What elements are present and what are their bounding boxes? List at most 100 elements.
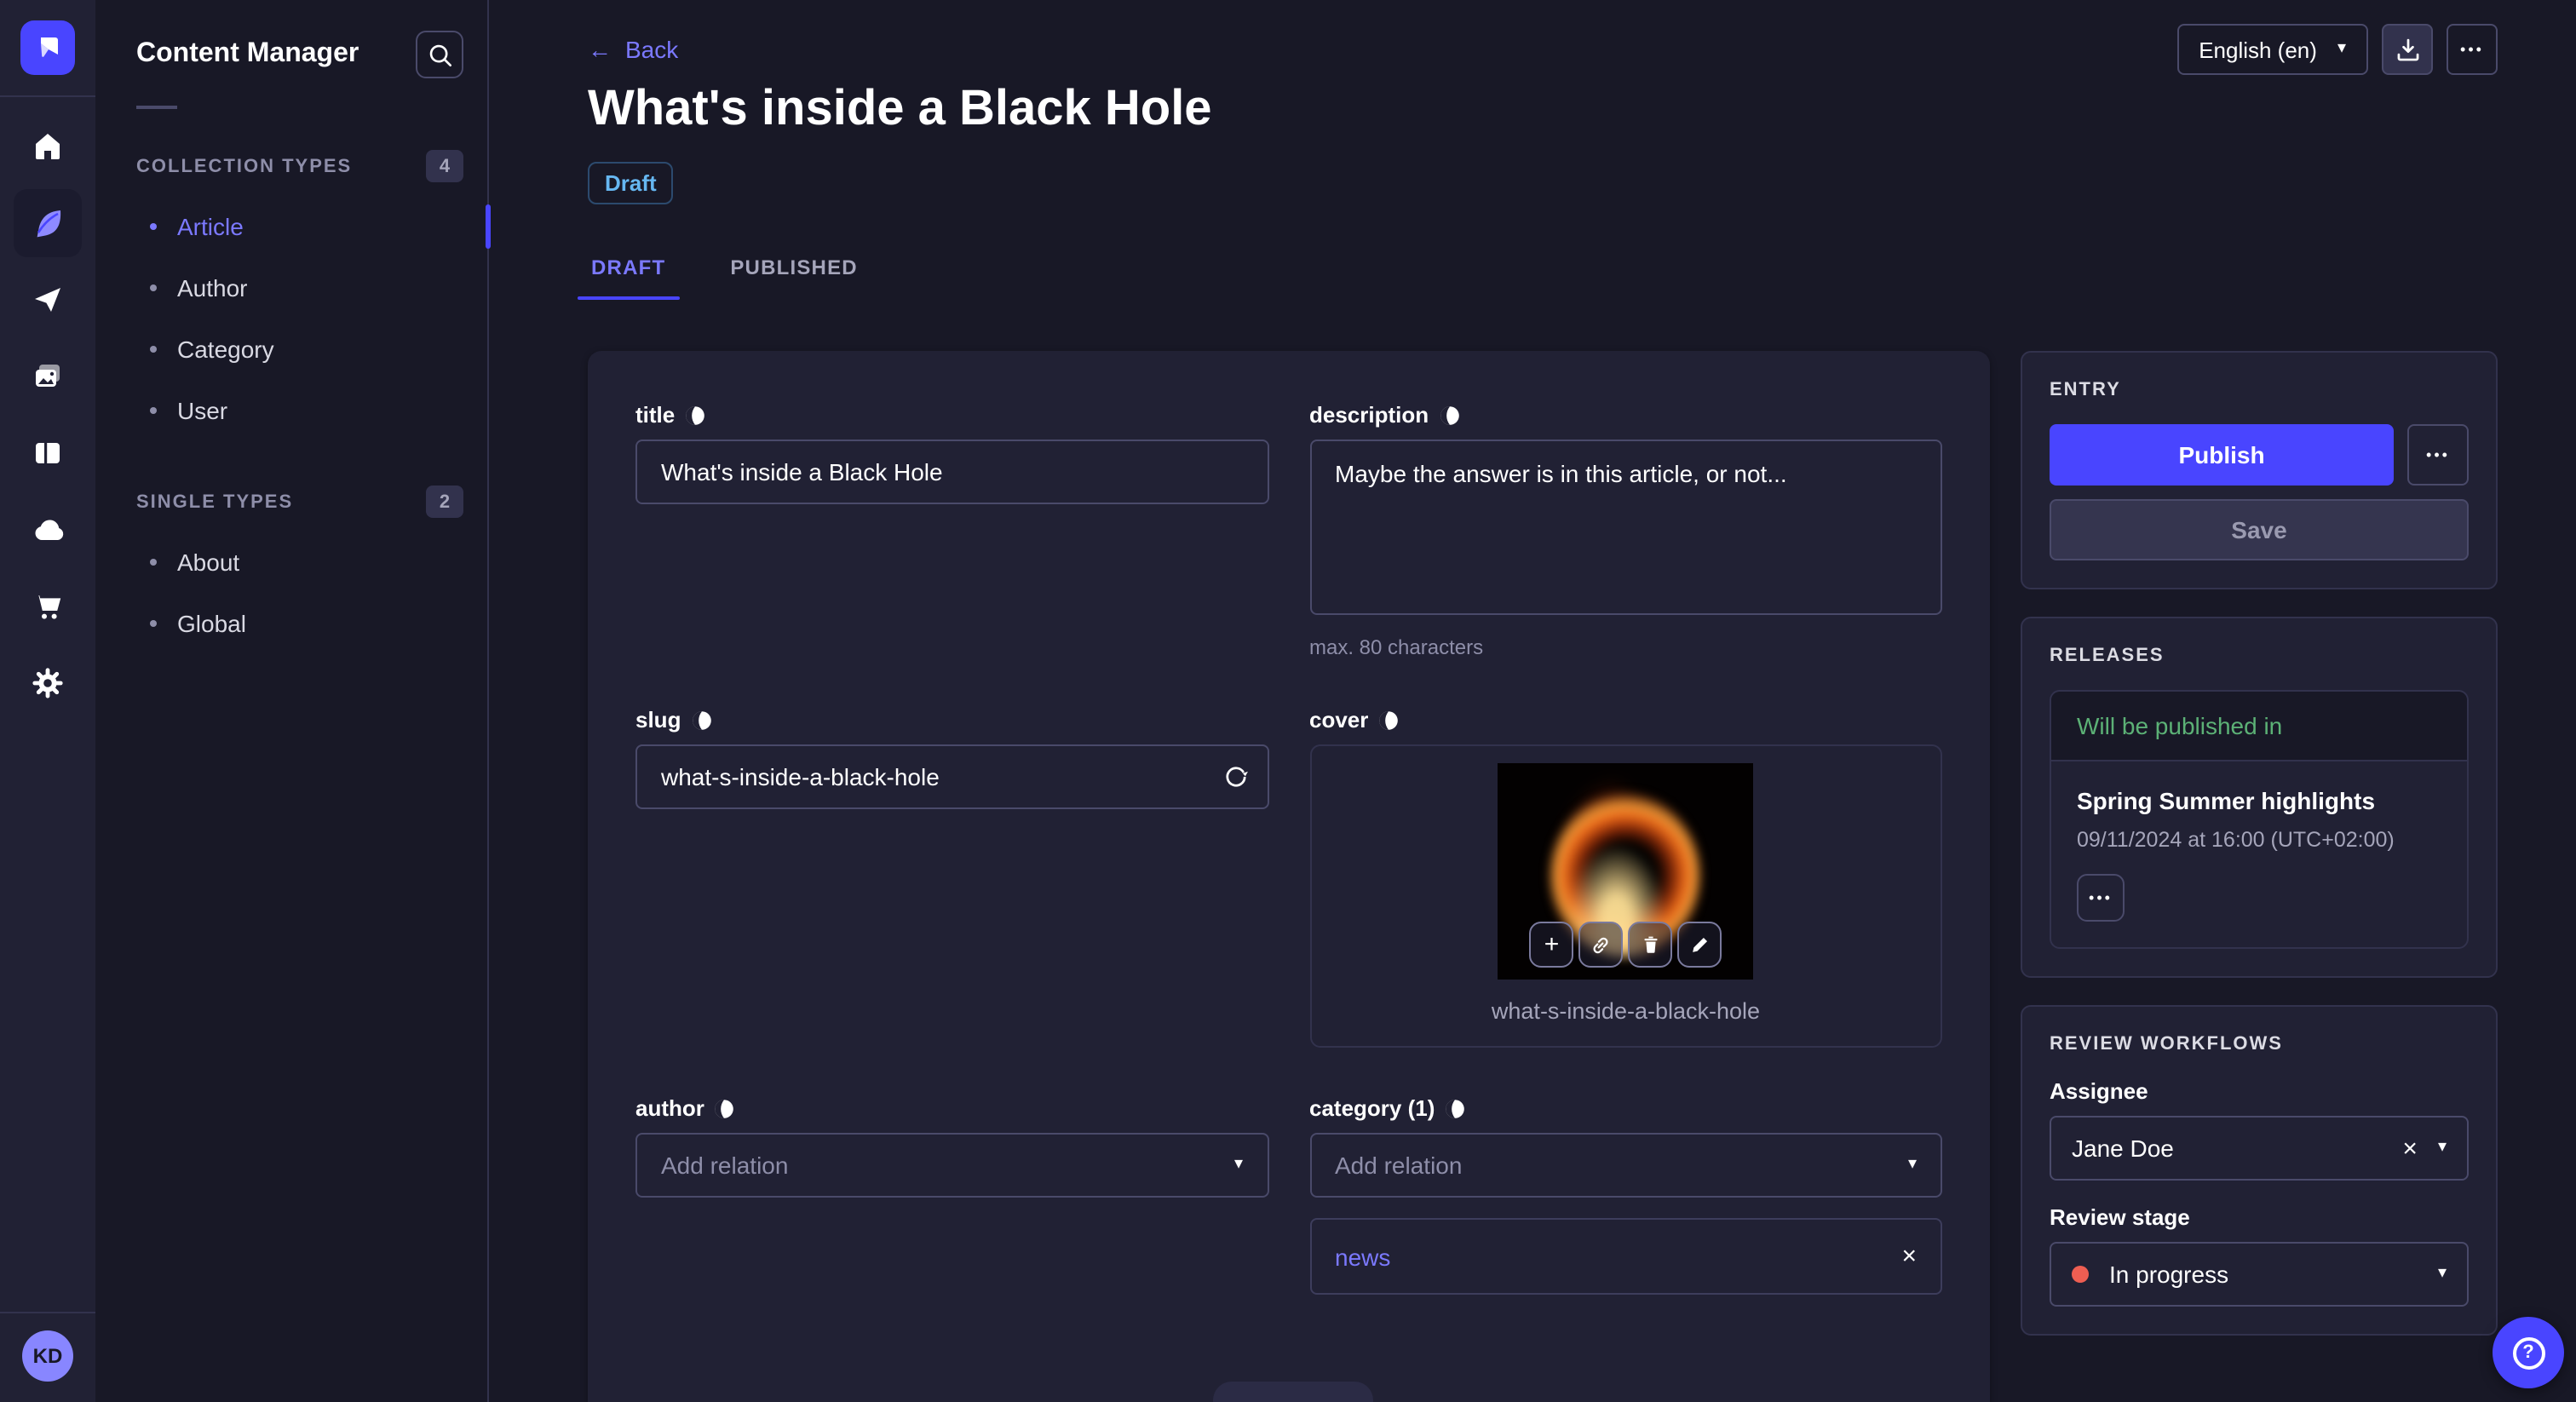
bullet-icon — [150, 407, 157, 414]
subnav-header: Content Manager — [95, 0, 487, 99]
i18n-globe-icon — [692, 710, 711, 729]
user-avatar[interactable]: KD — [22, 1330, 73, 1382]
sidebar-item-category[interactable]: Category — [95, 319, 487, 380]
regenerate-slug-button[interactable] — [1221, 762, 1250, 791]
back-label: Back — [625, 36, 679, 63]
strapi-logo-icon — [41, 37, 58, 57]
releases-panel-title: RELEASES — [2050, 646, 2165, 666]
category-label: category (1) — [1309, 1095, 1435, 1121]
cover-copy-link-button[interactable] — [1578, 922, 1624, 968]
cutoff-bottom-button[interactable] — [1213, 1382, 1373, 1402]
entry-more-button[interactable]: ••• — [2407, 424, 2469, 486]
content-manager-icon[interactable] — [14, 189, 82, 257]
media-library-icon[interactable] — [14, 342, 82, 411]
publish-button[interactable]: Publish — [2050, 424, 2394, 486]
title-label: title — [635, 402, 676, 428]
version-tabs: DRAFT PUBLISHED — [578, 242, 2498, 300]
release-card: Will be published in Spring Summer highl… — [2050, 690, 2469, 949]
slug-label-row: slug — [635, 707, 1268, 733]
side-column: ENTRY Publish ••• Save RELEASES Will be … — [2021, 351, 2498, 1336]
cover-upload-box: + what-s-inside-a-black-hole — [1309, 744, 1942, 1048]
search-button[interactable] — [416, 31, 463, 78]
help-button[interactable]: ? — [2493, 1317, 2564, 1388]
cloud-icon[interactable] — [14, 496, 82, 564]
topbar: ← Back English (en) ▾ ••• — [588, 24, 2498, 75]
i18n-globe-icon — [1446, 1099, 1465, 1118]
bullet-icon — [150, 223, 157, 230]
slug-input[interactable] — [635, 744, 1268, 809]
sidebar-item-article[interactable]: Article — [95, 196, 491, 257]
tab-published[interactable]: PUBLISHED — [727, 242, 861, 300]
assignee-select[interactable]: Jane Doe × ▾ — [2050, 1116, 2469, 1181]
rail-divider — [0, 95, 95, 97]
collection-types-label: COLLECTION TYPES — [136, 156, 353, 176]
cover-add-button[interactable]: + — [1529, 922, 1574, 968]
field-cover: cover + what-s-inside-a-black-hole — [1309, 707, 1942, 1048]
category-relation-item: news × — [1309, 1218, 1942, 1295]
description-label: description — [1309, 402, 1429, 428]
release-name: Spring Summer highlights — [2077, 787, 2376, 814]
releases-icon[interactable] — [14, 266, 82, 334]
bullet-icon — [150, 284, 157, 291]
release-date: 09/11/2024 at 16:00 (UTC+02:00) — [2077, 828, 2395, 852]
release-status: Will be published in — [2051, 692, 2467, 761]
i18n-globe-icon — [1379, 710, 1399, 729]
cover-filename: what-s-inside-a-black-hole — [1491, 998, 1761, 1024]
export-button[interactable] — [2382, 24, 2433, 75]
author-relation-select[interactable]: Add relation ▾ — [635, 1133, 1268, 1198]
entry-actions-row: Publish ••• — [2050, 424, 2469, 486]
category-relation-select[interactable]: Add relation ▾ — [1309, 1133, 1942, 1198]
title-input[interactable] — [635, 440, 1268, 504]
marketplace-cart-icon[interactable] — [14, 572, 82, 641]
title-label-row: title — [635, 402, 1268, 428]
cover-edit-button[interactable] — [1677, 922, 1722, 968]
main-nav-rail: KD — [0, 0, 95, 1402]
chevron-down-icon: ▾ — [2337, 39, 2346, 58]
field-slug: slug — [635, 707, 1268, 1048]
cover-image-black-hole[interactable]: + — [1498, 763, 1754, 980]
single-types-label: SINGLE TYPES — [136, 491, 294, 512]
settings-gear-icon[interactable] — [14, 649, 82, 717]
language-select[interactable]: English (en) ▾ — [2176, 24, 2368, 75]
stage-status-dot — [2072, 1266, 2089, 1283]
slug-label: slug — [635, 707, 681, 733]
language-value: English (en) — [2199, 37, 2317, 62]
description-hint: max. 80 characters — [1309, 635, 1484, 659]
category-label-row: category (1) — [1309, 1095, 1942, 1121]
save-button[interactable]: Save — [2050, 499, 2469, 560]
description-textarea[interactable]: Maybe the answer is in this article, or … — [1309, 440, 1942, 615]
cover-delete-button[interactable] — [1628, 922, 1673, 968]
page-title: What's inside a Black Hole — [588, 82, 1212, 136]
subnav-rule — [136, 106, 177, 109]
review-workflows-panel: REVIEW WORKFLOWS Assignee Jane Doe × ▾ R… — [2021, 1005, 2498, 1336]
sidebar-item-author[interactable]: Author — [95, 257, 487, 319]
cover-label-row: cover — [1309, 707, 1942, 733]
sidebar-item-global[interactable]: Global — [95, 593, 487, 654]
field-author: author Add relation ▾ — [635, 1095, 1268, 1295]
strapi-logo[interactable] — [20, 20, 75, 75]
collection-types-header: COLLECTION TYPES 4 — [95, 143, 487, 196]
sidebar-item-about[interactable]: About — [95, 531, 487, 593]
bullet-icon — [150, 620, 157, 627]
home-icon[interactable] — [14, 112, 82, 181]
content-row: title description Maybe the answer is in… — [588, 351, 2498, 1402]
category-placeholder: Add relation — [1335, 1152, 1463, 1179]
author-label-row: author — [635, 1095, 1268, 1121]
collection-types-count-badge: 4 — [426, 150, 463, 182]
back-link[interactable]: ← Back — [588, 26, 678, 73]
review-stage-select[interactable]: In progress ▾ — [2050, 1242, 2469, 1307]
ellipsis-icon: ••• — [2426, 445, 2450, 463]
sidebar-item-user[interactable]: User — [95, 380, 487, 441]
sidebar-item-label: Category — [177, 336, 274, 363]
content-manager-subnav: Content Manager COLLECTION TYPES 4 Artic… — [95, 0, 491, 1402]
remove-relation-icon[interactable]: × — [1901, 1244, 1917, 1269]
tab-draft[interactable]: DRAFT — [578, 242, 679, 300]
release-more-button[interactable]: ••• — [2077, 874, 2125, 922]
subnav-title: Content Manager — [136, 39, 359, 68]
release-body: Spring Summer highlights 09/11/2024 at 1… — [2051, 761, 2467, 947]
clear-assignee-icon[interactable]: × — [2402, 1135, 2418, 1161]
cover-label: cover — [1309, 707, 1369, 733]
more-actions-button[interactable]: ••• — [2447, 24, 2498, 75]
content-type-builder-icon[interactable] — [14, 419, 82, 487]
relation-news-link[interactable]: news — [1335, 1243, 1390, 1270]
